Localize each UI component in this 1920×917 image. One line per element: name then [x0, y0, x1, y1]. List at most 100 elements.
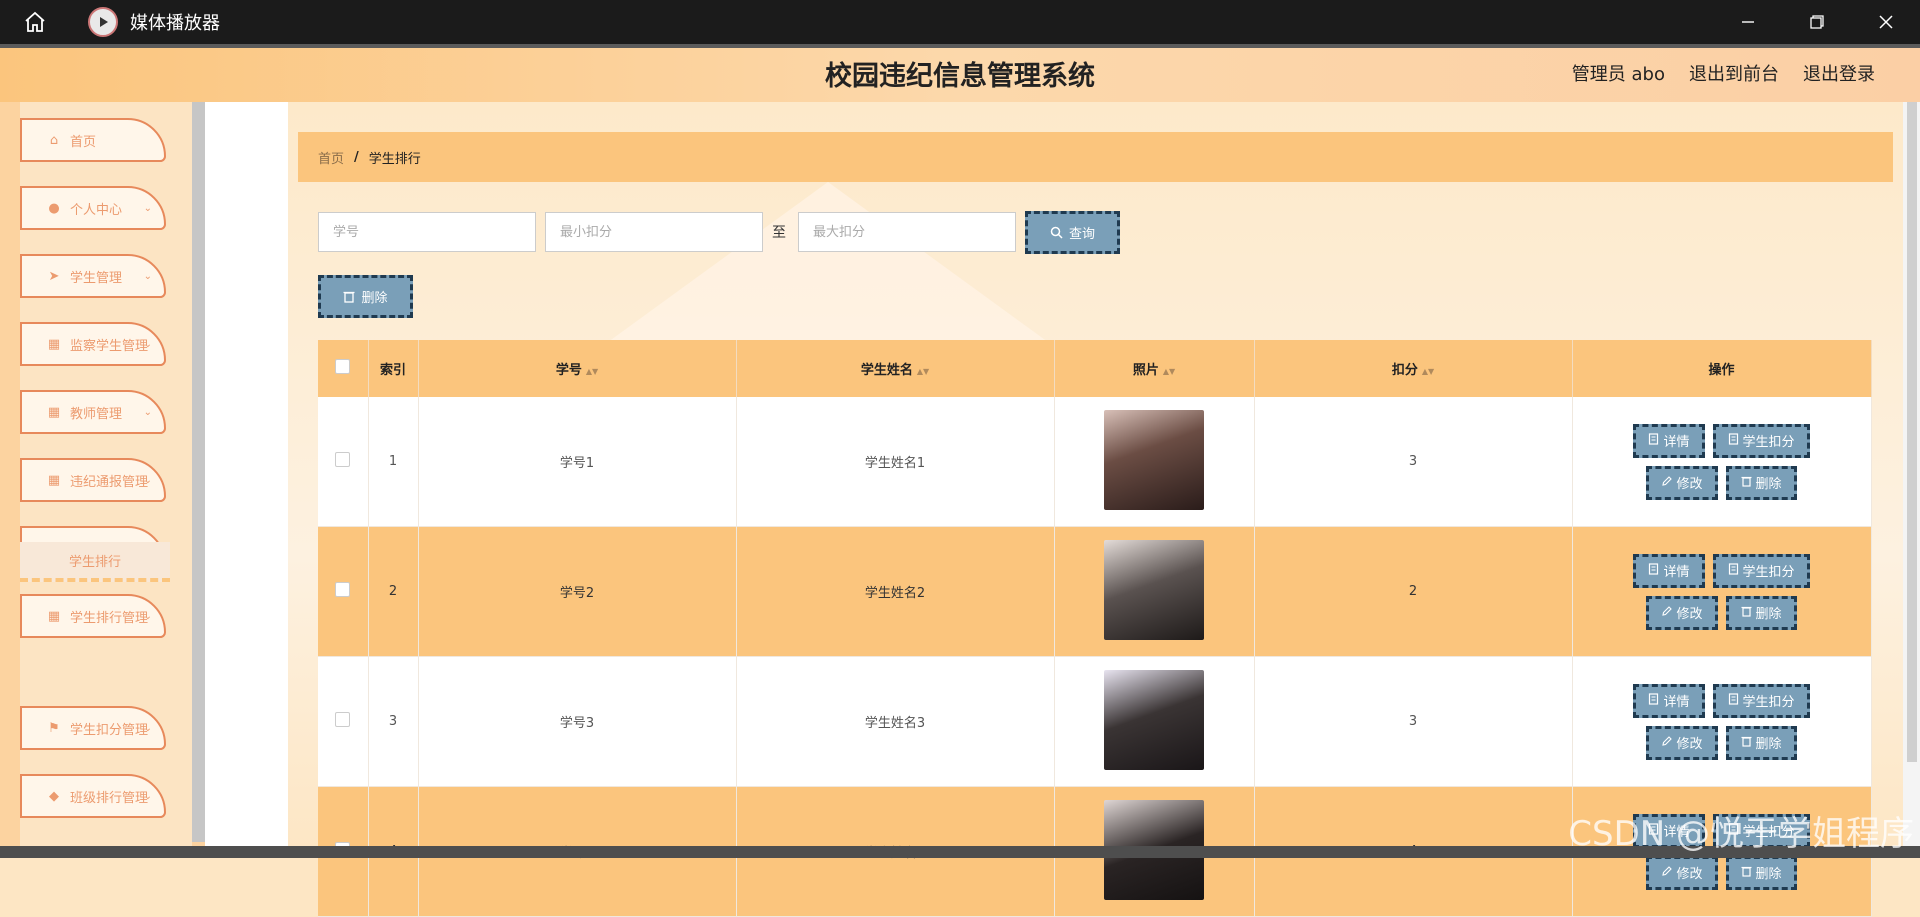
- detail-button[interactable]: 详情: [1633, 423, 1705, 458]
- send-icon: ➤: [48, 268, 60, 284]
- sidebar-scrollbar[interactable]: [192, 102, 205, 842]
- sidebar-item-label: 监察学生管理: [70, 338, 149, 354]
- breadcrumb-current: 学生排行: [368, 151, 421, 167]
- bulk-delete-button[interactable]: 删除: [318, 275, 413, 318]
- select-all-cell[interactable]: [318, 340, 369, 397]
- query-button-label: 查询: [1068, 227, 1095, 242]
- cell-index: 3: [368, 656, 419, 787]
- header-student-no[interactable]: 学号 ▲▼: [418, 340, 737, 397]
- cell-points: 3: [1254, 656, 1573, 787]
- grid-icon: ▦: [47, 472, 61, 488]
- detail-button[interactable]: 详情: [1633, 553, 1705, 588]
- sidebar-item-label: 学生管理: [70, 270, 123, 286]
- app-header: 校园违纪信息管理系统 管理员 abo 退出到前台 退出登录: [0, 48, 1920, 102]
- student-photo[interactable]: [1104, 409, 1204, 510]
- person-icon: ●: [48, 200, 60, 216]
- restore-icon[interactable]: [1782, 0, 1851, 44]
- cell-name: 学生姓名1: [736, 397, 1055, 527]
- row-checkbox[interactable]: [335, 712, 351, 727]
- sidebar-item-label: 教师管理: [70, 406, 123, 422]
- edit-button[interactable]: 修改: [1646, 595, 1718, 630]
- sort-icon[interactable]: ▲▼: [917, 367, 929, 376]
- grid-icon: ▦: [47, 336, 61, 352]
- deduct-label: 学生扣分: [1742, 565, 1795, 580]
- deduct-label: 学生扣分: [1742, 435, 1795, 450]
- edit-button[interactable]: 修改: [1646, 855, 1718, 890]
- sidebar-item[interactable]: ➤ 学生管理 ⌄: [20, 254, 166, 298]
- chevron-down-icon: ⌄: [143, 270, 152, 282]
- student-no-input[interactable]: [318, 212, 536, 252]
- sort-icon[interactable]: ▲▼: [586, 367, 598, 376]
- row-checkbox[interactable]: [335, 582, 351, 597]
- cell-actions: 详情 学生扣分修改 删除: [1572, 656, 1872, 787]
- sidebar-item[interactable]: ▦ 教师管理 ⌄: [20, 390, 166, 434]
- student-photo[interactable]: [1104, 669, 1204, 770]
- sidebar-item[interactable]: ▦ 监察学生管理 ⌄: [20, 322, 166, 366]
- window-titlebar: 媒体播放器: [0, 0, 1920, 44]
- sidebar-item[interactable]: ▦ 学生排行管理 ⌄: [20, 594, 166, 638]
- sidebar-item[interactable]: ▦ 违纪通报管理 ⌄: [20, 458, 166, 502]
- cell-index: 1: [368, 397, 419, 527]
- sort-icon[interactable]: ▲▼: [1422, 367, 1434, 376]
- select-all-checkbox[interactable]: [335, 359, 351, 374]
- scrollbar-thumb[interactable]: [1907, 102, 1917, 762]
- delete-button[interactable]: 删除: [1725, 595, 1797, 630]
- document-icon: [1728, 692, 1739, 709]
- header-name[interactable]: 学生姓名 ▲▼: [736, 340, 1055, 397]
- sidebar-item-label: 个人中心: [70, 202, 123, 218]
- page-scrollbar[interactable]: [1903, 102, 1920, 858]
- exit-to-front-link[interactable]: 退出到前台: [1689, 60, 1779, 86]
- home-icon[interactable]: [0, 10, 70, 34]
- max-points-input[interactable]: [798, 212, 1016, 252]
- header-points[interactable]: 扣分 ▲▼: [1254, 340, 1573, 397]
- row-select-cell[interactable]: [318, 526, 369, 657]
- delete-label: 删除: [1755, 867, 1782, 882]
- student-photo[interactable]: [1104, 539, 1204, 640]
- submenu-item-student-ranking[interactable]: 学生排行: [20, 542, 170, 582]
- sort-icon[interactable]: ▲▼: [1163, 367, 1175, 376]
- close-icon[interactable]: [1851, 0, 1920, 44]
- min-points-input[interactable]: [545, 212, 763, 252]
- chevron-down-icon: ⌄: [143, 406, 152, 418]
- detail-button[interactable]: 详情: [1633, 683, 1705, 718]
- sidebar-item[interactable]: ◆ 班级排行管理 ⌄: [20, 774, 166, 818]
- breadcrumb-home[interactable]: 首页: [318, 148, 344, 167]
- row-checkbox[interactable]: [335, 452, 351, 467]
- edit-button[interactable]: 修改: [1646, 465, 1718, 500]
- document-icon: [1728, 562, 1739, 579]
- row-select-cell[interactable]: [318, 656, 369, 787]
- chevron-down-icon: ⌄: [143, 722, 152, 734]
- sidebar-item[interactable]: ● 个人中心 ⌄: [20, 186, 166, 230]
- home-icon: ⌂: [49, 132, 59, 148]
- cell-points: 2: [1254, 526, 1573, 657]
- edit-label: 修改: [1676, 867, 1703, 882]
- media-player-icon: [88, 7, 118, 37]
- query-button[interactable]: 查询: [1025, 211, 1120, 254]
- cell-student-no: 学号1: [418, 397, 737, 527]
- delete-button[interactable]: 删除: [1725, 725, 1797, 760]
- minimize-icon[interactable]: [1713, 0, 1782, 44]
- sidebar-item[interactable]: ⚑ 学生扣分管理 ⌄: [20, 706, 166, 750]
- trash-icon: [343, 291, 355, 303]
- deduct-label: 学生扣分: [1742, 695, 1795, 710]
- sidebar-item[interactable]: ⌂ 首页: [20, 118, 166, 162]
- delete-button[interactable]: 删除: [1725, 465, 1797, 500]
- cell-student-no: 学号3: [418, 656, 737, 787]
- table-row[interactable]: 3 学号3 学生姓名3 3 详情 学生扣分 修改 删除: [318, 656, 1872, 787]
- delete-label: 删除: [1755, 607, 1782, 622]
- deduct-button[interactable]: 学生扣分: [1712, 553, 1810, 588]
- deduct-button[interactable]: 学生扣分: [1712, 423, 1810, 458]
- logout-link[interactable]: 退出登录: [1803, 60, 1875, 86]
- header-photo[interactable]: 照片 ▲▼: [1054, 340, 1255, 397]
- edit-icon: [1661, 605, 1673, 621]
- table-row[interactable]: 1 学号1 学生姓名1 3 详情 学生扣分 修改 删除: [318, 397, 1872, 527]
- deduct-button[interactable]: 学生扣分: [1712, 683, 1810, 718]
- table-row[interactable]: 2 学号2 学生姓名2 2 详情 学生扣分 修改 删除: [318, 526, 1872, 657]
- cell-photo: [1054, 526, 1255, 657]
- chevron-down-icon: ⌄: [143, 610, 152, 622]
- edit-label: 修改: [1676, 477, 1703, 492]
- chevron-down-icon: ⌄: [143, 338, 152, 350]
- delete-button[interactable]: 删除: [1725, 855, 1797, 890]
- row-select-cell[interactable]: [318, 397, 369, 527]
- edit-button[interactable]: 修改: [1646, 725, 1718, 760]
